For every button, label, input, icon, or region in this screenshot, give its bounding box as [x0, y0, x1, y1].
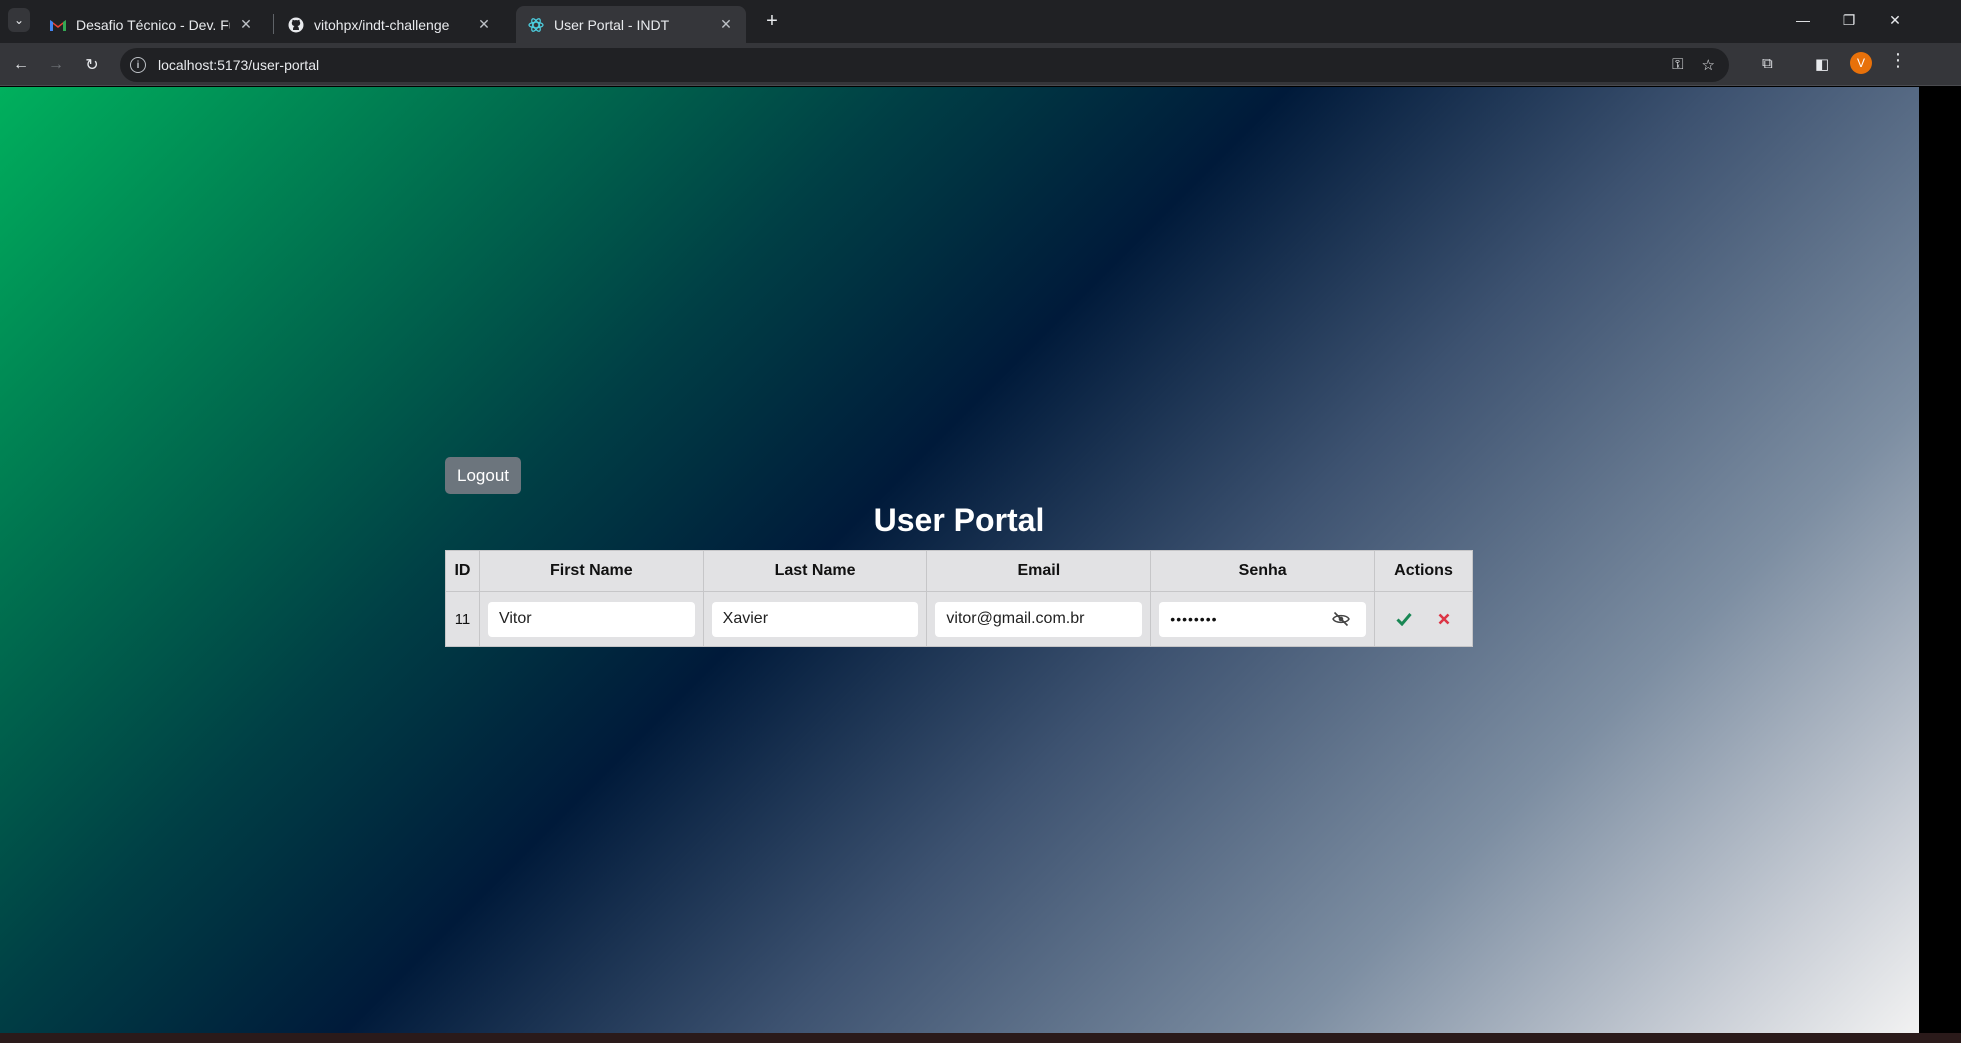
last-name-cell: Xavier [702, 591, 928, 647]
cancel-x-icon[interactable] [1435, 610, 1453, 628]
close-icon[interactable]: ✕ [476, 16, 492, 33]
browser-toolbar: ← → ↻ i localhost:5173/user-portal ⚿ ☆ ⧉… [0, 43, 1961, 86]
page-title: User Portal [873, 502, 1045, 538]
window-edge [1919, 87, 1961, 1033]
table-row: 11 Vitor Xavier vitor@gmail.com.br •••••… [445, 591, 1473, 647]
user-id-cell: 11 [445, 591, 480, 647]
bookmark-star-icon[interactable]: ☆ [1702, 56, 1715, 74]
tab-title: User Portal - INDT [554, 16, 670, 33]
password-cell: •••••••• [1150, 591, 1376, 647]
column-header-senha: Senha [1150, 550, 1376, 592]
github-icon [288, 17, 304, 33]
profile-avatar[interactable]: V [1850, 52, 1872, 74]
password-input[interactable]: •••••••• [1159, 601, 1367, 637]
first-name-cell: Vitor [478, 591, 704, 647]
close-icon[interactable]: ✕ [718, 16, 734, 33]
back-icon[interactable]: ← [7, 51, 35, 79]
logout-button[interactable]: Logout [445, 457, 521, 494]
site-info-icon[interactable]: i [130, 57, 146, 73]
tab-user-portal[interactable]: User Portal - INDT ✕ [516, 6, 746, 43]
column-header-last-name: Last Name [702, 550, 928, 592]
url-text[interactable]: localhost:5173/user-portal [158, 57, 319, 73]
browser-menu-icon[interactable]: ⋮ [1889, 50, 1907, 71]
os-taskbar [0, 1033, 1961, 1043]
column-header-actions: Actions [1374, 550, 1473, 592]
last-name-input[interactable]: Xavier [711, 601, 919, 637]
close-icon[interactable]: ✕ [238, 16, 254, 33]
eye-slash-icon[interactable] [1332, 611, 1350, 627]
password-value: •••••••• [1170, 611, 1218, 627]
reload-icon[interactable]: ↻ [78, 51, 106, 79]
tab-search-button[interactable]: ⌄ [8, 8, 30, 32]
side-panel-icon[interactable]: ◧ [1815, 55, 1829, 73]
table-header-row: ID First Name Last Name Email Senha Acti… [445, 550, 1473, 592]
actions-cell [1374, 591, 1473, 647]
tab-strip: ⌄ Desafio Técnico - Dev. Full Stack ✕ vi… [0, 0, 1961, 43]
tab-title: vitohpx/indt-challenge [314, 16, 450, 33]
tab-title: Desafio Técnico - Dev. Full Stack [76, 16, 230, 33]
address-bar[interactable]: i localhost:5173/user-portal ⚿ ☆ [120, 48, 1729, 82]
minimize-button[interactable]: — [1780, 0, 1826, 40]
tab-github[interactable]: vitohpx/indt-challenge ✕ [276, 6, 504, 43]
extensions-icon[interactable]: ⧉ [1762, 55, 1773, 72]
close-window-button[interactable]: ✕ [1872, 0, 1918, 40]
first-name-input[interactable]: Vitor [487, 601, 695, 637]
column-header-first-name: First Name [478, 550, 704, 592]
column-header-email: Email [926, 550, 1152, 592]
check-icon[interactable] [1395, 610, 1413, 628]
gmail-icon [50, 17, 66, 33]
react-icon [528, 17, 544, 33]
forward-icon[interactable]: → [42, 51, 70, 79]
tab-gmail[interactable]: Desafio Técnico - Dev. Full Stack ✕ [38, 6, 266, 43]
password-key-icon[interactable]: ⚿ [1672, 56, 1683, 74]
email-input[interactable]: vitor@gmail.com.br [935, 601, 1143, 637]
restore-button[interactable]: ❐ [1826, 0, 1872, 40]
email-value: vitor@gmail.com.br [946, 610, 1085, 627]
email-cell: vitor@gmail.com.br [926, 591, 1152, 647]
column-header-id: ID [445, 550, 480, 592]
new-tab-button[interactable]: + [758, 9, 786, 33]
users-table: ID First Name Last Name Email Senha Acti… [445, 550, 1473, 647]
tab-divider [273, 14, 274, 34]
first-name-value: Vitor [498, 610, 532, 627]
last-name-value: Xavier [722, 610, 769, 627]
